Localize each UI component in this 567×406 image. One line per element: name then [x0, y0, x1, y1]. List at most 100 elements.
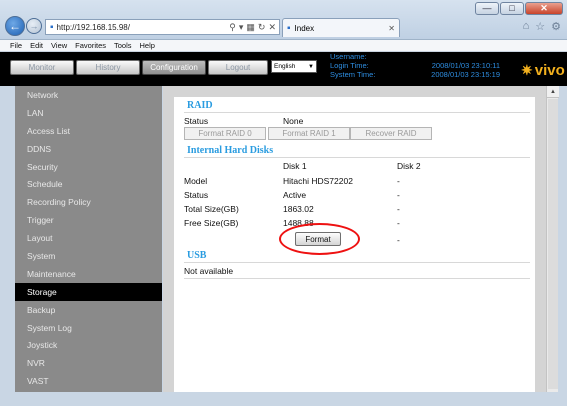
sidebar-item-trigger[interactable]: Trigger: [15, 211, 162, 229]
compat-icon[interactable]: ▦: [246, 22, 255, 33]
config-sidebar: Network LAN Access List DDNS Security Sc…: [15, 86, 162, 392]
disks-divider: [184, 157, 530, 158]
disk2-total-size: -: [397, 204, 400, 214]
raid-status-label: Status: [184, 116, 209, 126]
sidebar-item-access-list[interactable]: Access List: [15, 122, 162, 140]
disk2-format-placeholder: -: [397, 235, 400, 245]
disk1-model: Hitachi HDS72202: [283, 176, 353, 186]
system-time-label: System Time:: [330, 70, 376, 79]
disk1-column-header: Disk 1: [283, 161, 307, 171]
menu-help[interactable]: Help: [140, 41, 155, 50]
url-text[interactable]: http://192.168.15.98/: [57, 23, 230, 32]
disk2-column-header: Disk 2: [397, 161, 421, 171]
browser-titlebar: — □ ✕ ← → ▪ http://192.168.15.98/ ⚲ ▾ ▦ …: [0, 0, 567, 40]
back-button[interactable]: ←: [5, 16, 25, 36]
sidebar-item-maintenance[interactable]: Maintenance: [15, 265, 162, 283]
sidebar-item-security[interactable]: Security: [15, 158, 162, 176]
disks-section-title: Internal Hard Disks: [187, 145, 274, 156]
sidebar-item-storage[interactable]: Storage: [15, 282, 162, 301]
window-controls: — □ ✕: [475, 2, 563, 15]
logo-mark-icon: ✷: [521, 61, 533, 78]
username-label: Username:: [330, 52, 367, 61]
menu-favorites[interactable]: Favorites: [75, 41, 106, 50]
disk2-model: -: [397, 176, 400, 186]
storage-panel: RAID Status None Format RAID 0 Format RA…: [163, 86, 546, 392]
favorites-star-icon[interactable]: ☆: [535, 20, 545, 33]
format-raid1-button[interactable]: Format RAID 1: [268, 127, 350, 140]
usb-section-title: USB: [187, 250, 207, 261]
logo-text: vivo: [534, 61, 565, 79]
sidebar-item-vast[interactable]: VAST: [15, 372, 162, 390]
monitor-button[interactable]: Monitor: [10, 60, 74, 75]
content-scrollbar[interactable]: ▲: [546, 86, 559, 392]
menu-bar: File Edit View Favorites Tools Help: [0, 40, 567, 52]
browser-tab[interactable]: ▪ Index ✕: [282, 18, 400, 37]
sidebar-item-ddns[interactable]: DDNS: [15, 140, 162, 158]
language-value: English: [274, 63, 296, 70]
scroll-up-icon[interactable]: ▲: [547, 86, 559, 98]
recover-raid-button[interactable]: Recover RAID: [350, 127, 432, 140]
tab-close-icon[interactable]: ✕: [388, 24, 399, 33]
stop-icon[interactable]: ✕: [268, 22, 276, 33]
device-header: Monitor History Configuration Logout Eng…: [0, 52, 567, 86]
logout-button[interactable]: Logout: [208, 60, 268, 75]
sidebar-item-lan[interactable]: LAN: [15, 104, 162, 122]
login-time-value: 2008/01/03 23:10:11: [431, 61, 500, 70]
disk2-free-size: -: [397, 218, 400, 228]
menu-edit[interactable]: Edit: [30, 41, 43, 50]
history-button[interactable]: History: [76, 60, 140, 75]
sidebar-item-nvr[interactable]: NVR: [15, 354, 162, 372]
configuration-button[interactable]: Configuration: [142, 60, 206, 75]
search-icon[interactable]: ⚲: [229, 22, 236, 33]
browser-bottom-frame: [0, 392, 567, 406]
disk2-status: -: [397, 190, 400, 200]
sidebar-item-joystick[interactable]: Joystick: [15, 336, 162, 354]
username-value: [500, 52, 502, 61]
disk-row-label: Status: [184, 190, 209, 200]
session-info: Username: Login Time: 2008/01/03 23:10:1…: [322, 52, 502, 86]
page-icon: ▪: [50, 21, 54, 33]
sidebar-item-layout[interactable]: Layout: [15, 229, 162, 247]
sidebar-item-backup[interactable]: Backup: [15, 301, 162, 319]
usb-bottom-divider: [184, 278, 530, 279]
disk1-total-size: 1863.02: [283, 204, 314, 214]
system-time-value: 2008/01/03 23:15:19: [431, 70, 500, 79]
address-bar[interactable]: ▪ http://192.168.15.98/ ⚲ ▾ ▦ ↻ ✕: [45, 19, 280, 35]
username-row: Username:: [322, 52, 502, 61]
sidebar-item-schedule[interactable]: Schedule: [15, 175, 162, 193]
dropdown-icon[interactable]: ▾: [239, 22, 244, 33]
tab-title: Index: [294, 23, 315, 33]
language-select[interactable]: English ▼: [271, 60, 317, 73]
sidebar-item-system-log[interactable]: System Log: [15, 319, 162, 337]
dropdown-arrow-icon: ▼: [308, 63, 314, 70]
close-button[interactable]: ✕: [525, 2, 563, 15]
forward-button[interactable]: →: [26, 18, 42, 34]
usb-divider: [184, 262, 530, 263]
menu-file[interactable]: File: [10, 41, 22, 50]
sidebar-item-network[interactable]: Network: [15, 86, 162, 104]
minimize-button[interactable]: —: [475, 2, 499, 15]
refresh-icon[interactable]: ↻: [258, 22, 266, 33]
login-time-label: Login Time:: [330, 61, 369, 70]
system-time-row: System Time: 2008/01/03 23:15:19: [322, 70, 502, 79]
home-icon[interactable]: ⌂: [523, 20, 530, 33]
maximize-button[interactable]: □: [500, 2, 524, 15]
highlight-ellipse: [279, 223, 360, 255]
scroll-thumb[interactable]: [548, 99, 558, 389]
usb-status: Not available: [184, 266, 234, 276]
disk-row-label: Model: [184, 176, 208, 186]
disk-row-label: Free Size(GB): [184, 218, 239, 228]
format-raid0-button[interactable]: Format RAID 0: [184, 127, 266, 140]
sidebar-item-recording-policy[interactable]: Recording Policy: [15, 193, 162, 211]
sidebar-item-system[interactable]: System: [15, 247, 162, 265]
raid-section-title: RAID: [187, 100, 213, 111]
browser-toolbar-icons: ⌂ ☆ ⚙: [523, 20, 561, 33]
disk1-status: Active: [283, 190, 307, 200]
brand-logo: ✷ vivo: [515, 56, 567, 84]
gear-icon[interactable]: ⚙: [551, 20, 561, 33]
menu-tools[interactable]: Tools: [114, 41, 132, 50]
login-time-row: Login Time: 2008/01/03 23:10:11: [322, 61, 502, 70]
tab-page-icon: ▪: [287, 22, 291, 34]
menu-view[interactable]: View: [51, 41, 67, 50]
raid-status-value: None: [283, 116, 304, 126]
